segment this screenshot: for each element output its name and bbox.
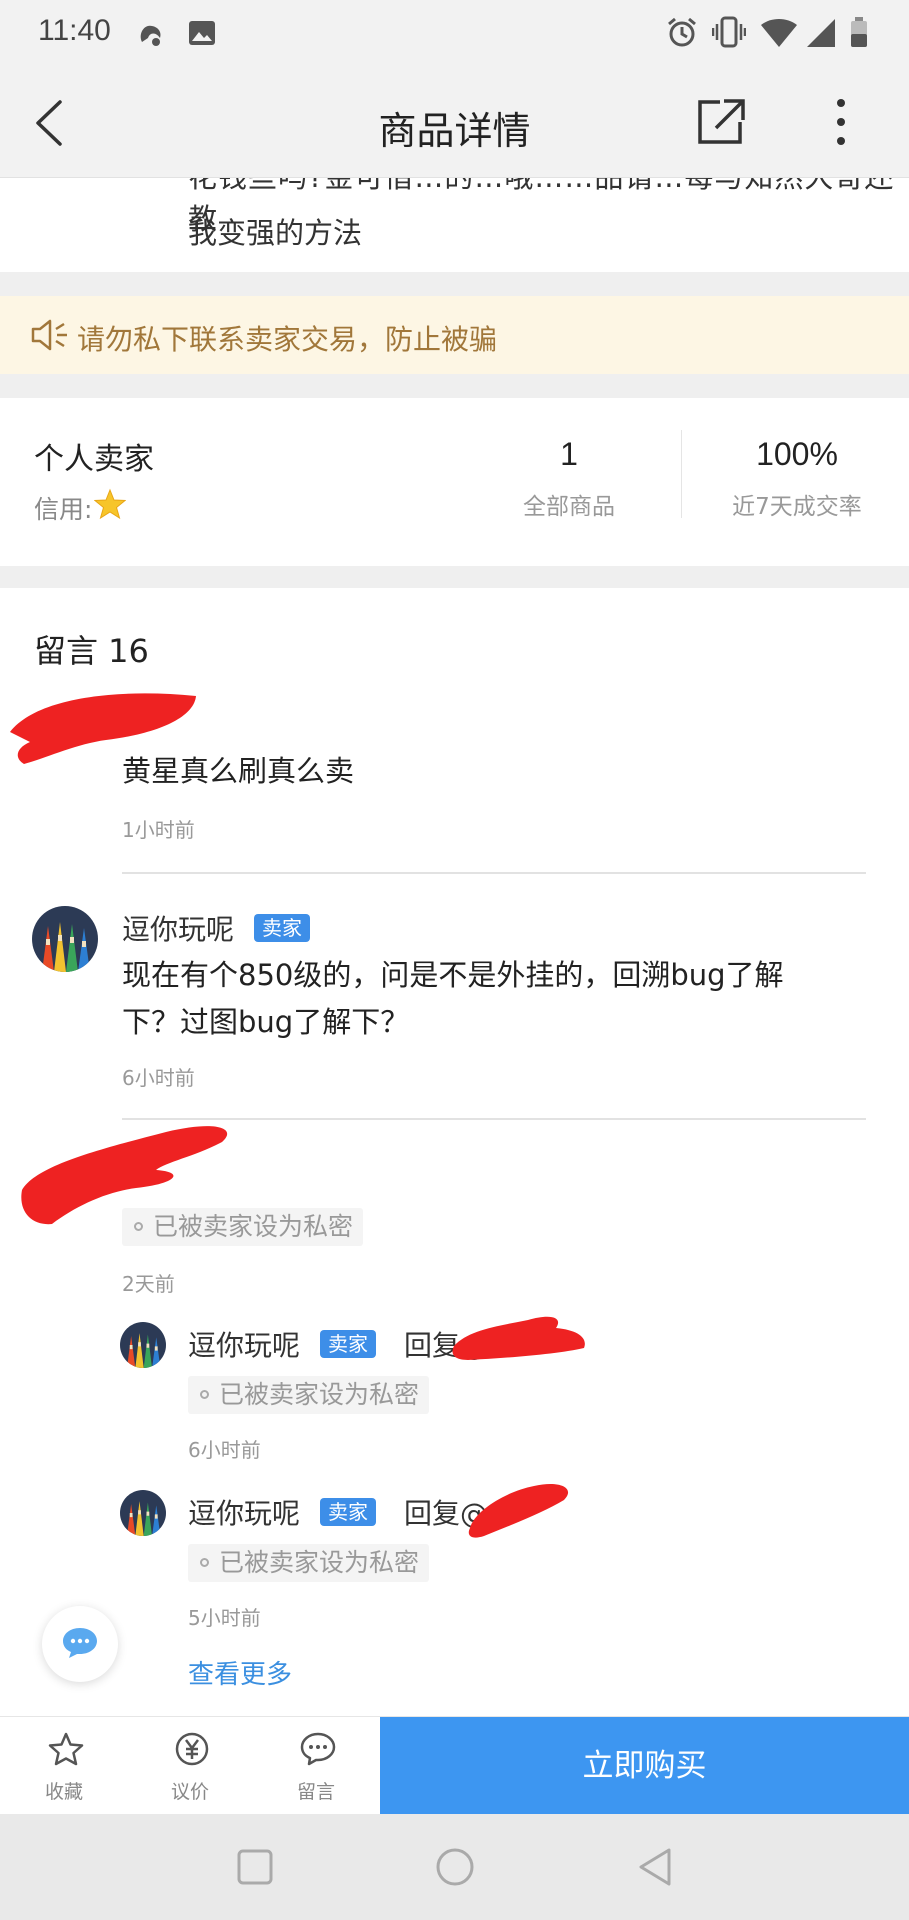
lock-dot-icon <box>200 1557 209 1567</box>
stat-all-items[interactable]: 1 全部商品 <box>508 436 630 521</box>
comments-title: 留言 16 <box>34 632 149 670</box>
comment-time: 6小时前 <box>188 1438 261 1462</box>
private-notice: 已被卖家设为私密 <box>188 1376 430 1414</box>
lock-dot-icon <box>134 1221 143 1231</box>
comment-time: 5小时前 <box>188 1606 261 1630</box>
chat-bubble-icon <box>63 1628 97 1658</box>
more-options-icon[interactable] <box>828 96 854 148</box>
comment-label: 留言 <box>296 1781 335 1803</box>
star-icon <box>48 1732 84 1766</box>
description-text: 我变强的方法 <box>188 216 363 250</box>
private-text: 已被卖家设为私密 <box>219 1548 420 1577</box>
stat-label: 近7天成交率 <box>732 494 862 520</box>
bargain-label: 议价 <box>170 1781 209 1803</box>
yuan-icon <box>175 1732 209 1766</box>
content-scroll[interactable]: 花钱些吗?金可借…的…哦……品请…每与知然大哥还教 我变强的方法 请勿私下联系卖… <box>0 178 909 1716</box>
favorite-button[interactable]: 收藏 <box>4 1717 124 1815</box>
stat-divider <box>681 430 682 518</box>
private-text: 已被卖家设为私密 <box>153 1212 354 1241</box>
avatar[interactable] <box>32 906 98 972</box>
stat-value: 1 <box>560 436 578 472</box>
system-nav-bar <box>0 1814 909 1920</box>
comment-time: 6小时前 <box>122 1066 195 1090</box>
commenter-name: 逗你玩呢 <box>188 1329 301 1362</box>
image-icon <box>189 21 215 45</box>
credit-star-icon <box>94 488 126 520</box>
seller-badge: 卖家 <box>254 914 310 942</box>
pencils-avatar-icon <box>120 1322 166 1368</box>
buy-now-button[interactable]: 立即购买 <box>380 1717 909 1815</box>
comment-button[interactable]: 留言 <box>256 1717 376 1815</box>
private-notice: 已被卖家设为私密 <box>122 1208 364 1246</box>
stat-deal-rate: 100% 近7天成交率 <box>712 436 882 521</box>
vibrate-icon <box>712 16 746 48</box>
private-text: 已被卖家设为私密 <box>219 1380 420 1409</box>
share-icon[interactable] <box>694 96 750 148</box>
home-icon[interactable] <box>434 1846 476 1888</box>
pencils-avatar-icon <box>32 906 98 972</box>
back-icon[interactable] <box>636 1846 674 1888</box>
credit-label: 信用: <box>34 495 93 524</box>
chat-icon <box>300 1732 336 1766</box>
stat-value: 100% <box>756 436 838 472</box>
status-bar: 11:40 <box>0 0 909 66</box>
section-divider <box>0 374 909 398</box>
seller-name: 个人卖家 <box>34 442 154 477</box>
comment-text: 现在有个850级的，问是不是外挂的，回溯bug了解 <box>122 958 784 992</box>
pencils-avatar-icon <box>120 1490 166 1536</box>
lock-dot-icon <box>200 1389 209 1399</box>
page-title: 商品详情 <box>378 109 531 153</box>
avatar[interactable] <box>120 1322 166 1368</box>
commenter-name: 逗你玩呢 <box>188 1497 301 1530</box>
stat-label: 全部商品 <box>523 494 615 520</box>
seller-badge: 卖家 <box>320 1330 376 1358</box>
section-divider <box>0 272 909 296</box>
speaker-icon <box>31 319 67 351</box>
signal-icon <box>807 19 835 47</box>
status-time: 11:40 <box>38 14 111 47</box>
scam-warning-banner: 请勿私下联系卖家交易，防止被骗 <box>0 296 909 374</box>
battery-icon <box>851 17 867 47</box>
wifi-icon <box>761 19 797 47</box>
app-bar: 商品详情 <box>0 66 909 178</box>
comment-text: 黄星真么刷真么卖 <box>122 754 355 788</box>
avatar[interactable] <box>120 1490 166 1536</box>
comment-separator <box>122 872 866 874</box>
recents-icon[interactable] <box>236 1848 274 1886</box>
comment-text: 下？过图bug了解下？ <box>122 1005 410 1039</box>
comment-time: 2天前 <box>122 1272 175 1296</box>
seller-card[interactable]: 个人卖家 信用: 1 全部商品 100% 近7天成交率 <box>0 398 909 566</box>
floating-chat-button[interactable] <box>42 1606 118 1682</box>
bottom-action-bar: 收藏 议价 留言 立即购买 <box>0 1716 909 1815</box>
commenter-name: 逗你玩呢 <box>122 913 235 946</box>
uc-browser-icon <box>140 25 161 46</box>
seller-badge: 卖家 <box>320 1498 376 1526</box>
bargain-button[interactable]: 议价 <box>130 1717 250 1815</box>
private-notice: 已被卖家设为私密 <box>188 1544 430 1582</box>
redaction-mark <box>452 1316 585 1360</box>
alarm-icon <box>668 17 696 47</box>
warning-text: 请勿私下联系卖家交易，防止被骗 <box>77 323 498 356</box>
favorite-label: 收藏 <box>44 1781 83 1803</box>
comment-time: 1小时前 <box>122 818 195 842</box>
redaction-mark <box>468 1483 569 1538</box>
view-more-link[interactable]: 查看更多 <box>188 1654 292 1691</box>
section-divider <box>0 566 909 588</box>
